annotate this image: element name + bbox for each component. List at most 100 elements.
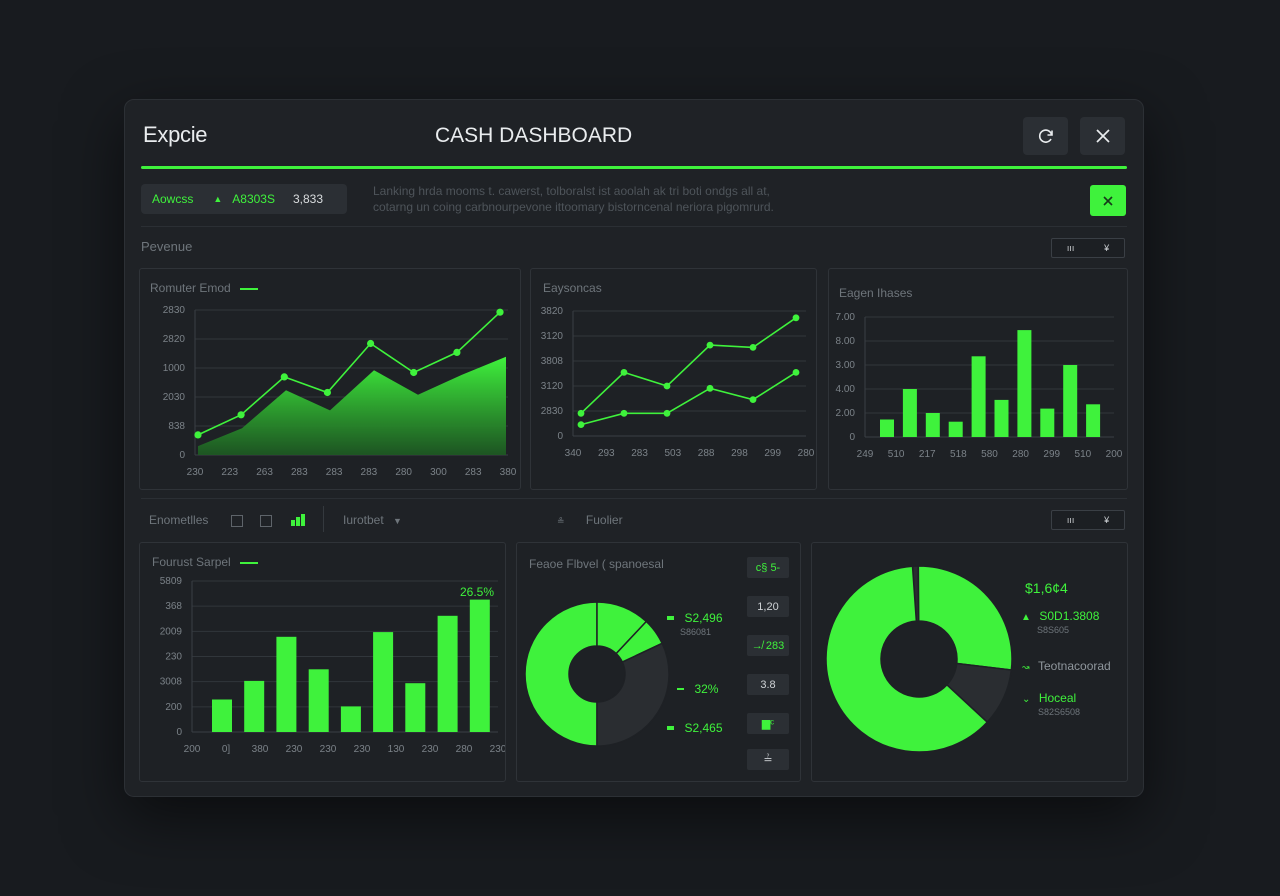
y-tick-label: 2830 xyxy=(541,406,564,417)
bar xyxy=(902,389,917,437)
data-point xyxy=(453,348,461,356)
checkbox-icon[interactable] xyxy=(231,515,243,527)
data-point xyxy=(749,344,757,351)
summary-value: 3,833 xyxy=(292,192,323,206)
other-filter[interactable]: ≗ Fuolier xyxy=(557,513,623,527)
x-tick-label: 283 xyxy=(465,467,482,478)
x-tick-label: 230 xyxy=(320,744,337,755)
x-tick-label: 230 xyxy=(187,467,204,478)
y-tick-label: 3008 xyxy=(160,677,183,688)
bar xyxy=(244,680,265,732)
y-tick-label: 2030 xyxy=(163,392,186,403)
chevron-down-icon: ¥ xyxy=(1104,243,1110,253)
legend-item: S2,465 xyxy=(667,719,723,737)
y-tick-label: 2.00 xyxy=(836,408,856,419)
side-action-button[interactable]: ↛ 283 xyxy=(747,635,789,656)
close-icon xyxy=(1103,195,1113,206)
refresh-button[interactable] xyxy=(1023,117,1068,155)
area-chart: 2830 2820 1000 2030 838 0230 223 263 283 283 283 28… xyxy=(163,305,517,478)
x-tick-label: 230 xyxy=(354,744,371,755)
legend-item: ▲ S0D1.3808 S8S605 xyxy=(1021,607,1099,635)
bar xyxy=(1063,365,1078,437)
legend-value: S0D1.3808 xyxy=(1039,609,1100,623)
data-point xyxy=(577,409,585,417)
bar xyxy=(948,421,963,437)
close-button[interactable] xyxy=(1080,117,1125,155)
legend-swatch xyxy=(677,687,684,690)
dismiss-button[interactable] xyxy=(1090,185,1126,216)
legend-value: S2,496 xyxy=(684,611,723,625)
legend-swatch xyxy=(667,725,674,730)
side-action-button[interactable]: 1,20 xyxy=(747,596,789,617)
bar xyxy=(373,632,394,732)
x-tick-label: 280 xyxy=(456,744,473,755)
bar xyxy=(880,419,894,437)
data-point xyxy=(663,382,671,390)
x-tick-label: 223 xyxy=(221,467,238,478)
brand-logo: Expcie xyxy=(143,122,208,147)
legend-subtext: S8S605 xyxy=(1037,625,1070,635)
y-tick-label: 230 xyxy=(165,652,182,663)
x-tick-label: 280 xyxy=(1012,449,1029,460)
side-action-button[interactable]: c§ 5- xyxy=(747,557,789,578)
legend-subtext: S86081 xyxy=(680,627,712,637)
view-toggle[interactable]: ııı ¥ xyxy=(1051,510,1125,530)
data-point xyxy=(792,314,800,322)
data-point xyxy=(792,369,800,376)
stack-icon: ≗ xyxy=(557,516,565,526)
x-tick-label: 230 xyxy=(286,744,303,755)
bar xyxy=(994,399,1009,437)
arrow-right-icon: ↝ xyxy=(1022,662,1030,672)
data-point xyxy=(194,431,202,439)
line-series-1 xyxy=(580,317,797,414)
bar xyxy=(925,413,940,437)
x-tick-label: 280 xyxy=(395,467,412,478)
forecast-bar-chart-panel: Fourust Sarpel 26.5% 5809 368 2009 230 3008 2… xyxy=(139,542,506,782)
x-tick-label: 299 xyxy=(764,448,781,459)
view-toggle[interactable]: ııı ¥ xyxy=(1051,238,1125,258)
x-tick-label: 217 xyxy=(919,449,936,460)
legend-swatch xyxy=(667,615,674,620)
x-tick-label: 299 xyxy=(1043,449,1060,460)
x-tick-label: 288 xyxy=(698,448,715,459)
close-icon xyxy=(1095,129,1110,143)
y-tick-label: 4.00 xyxy=(836,384,856,395)
donut-chart xyxy=(825,565,1013,753)
x-tick-label: 340 xyxy=(565,448,582,459)
data-point xyxy=(706,341,714,349)
x-tick-label: 298 xyxy=(731,448,748,459)
data-point xyxy=(620,369,628,376)
section-title-revenue: Pevenue xyxy=(141,239,193,254)
description-line: cotarng un coing carbnourpevone ittoomar… xyxy=(373,200,774,214)
header-accent-line xyxy=(141,166,1127,169)
pie-slice xyxy=(917,565,1013,671)
data-point xyxy=(706,384,714,392)
y-tick-label: 368 xyxy=(165,601,182,612)
x-tick-label: 503 xyxy=(665,448,682,459)
y-tick-label: 3.00 xyxy=(836,360,856,371)
legend-item: ⌄ Hoceal S82S6508 xyxy=(1022,689,1080,717)
bar-chart-icon[interactable] xyxy=(290,514,306,526)
filter-dropdown[interactable]: Iurotbet ▼ xyxy=(343,513,402,527)
legend-value: $1,6¢4 xyxy=(1025,580,1068,596)
bar-chart: 7.00 8.00 3.00 4.00 2.00 0249 510 217 518 580 280 2… xyxy=(836,312,1123,460)
x-tick-label: 283 xyxy=(291,467,308,478)
summary-pill[interactable]: Aowcss ▲ A8303S 3,833 xyxy=(141,184,347,214)
side-action-button[interactable]: ≟ xyxy=(747,749,789,770)
y-tick-label: 7.00 xyxy=(836,312,856,323)
x-tick-label: 283 xyxy=(361,467,378,478)
side-action-button[interactable]: 3.8 xyxy=(747,674,789,695)
data-point xyxy=(367,339,375,348)
x-tick-label: 230 xyxy=(422,744,439,755)
y-tick-label: 3120 xyxy=(541,381,564,392)
divider xyxy=(141,498,1127,499)
checkbox-icon[interactable] xyxy=(260,515,272,527)
side-action-button[interactable]: ▆ᶜ xyxy=(747,713,789,734)
legend-item: ↝ Teotnacoorad xyxy=(1022,657,1111,675)
bar xyxy=(308,669,329,732)
section-title-bottom: Enometlles xyxy=(149,513,209,527)
bar-chart: 5809368200923030082000200 0] 380 230 230 230 1… xyxy=(160,576,505,755)
distribution-pie-chart-panel: $1,6¢4 ▲ S0D1.3808 S8S605 ↝ Teotnacoorad… xyxy=(811,542,1128,782)
other-filter-label: Fuolier xyxy=(585,513,623,527)
x-tick-label: 200 xyxy=(184,744,201,755)
